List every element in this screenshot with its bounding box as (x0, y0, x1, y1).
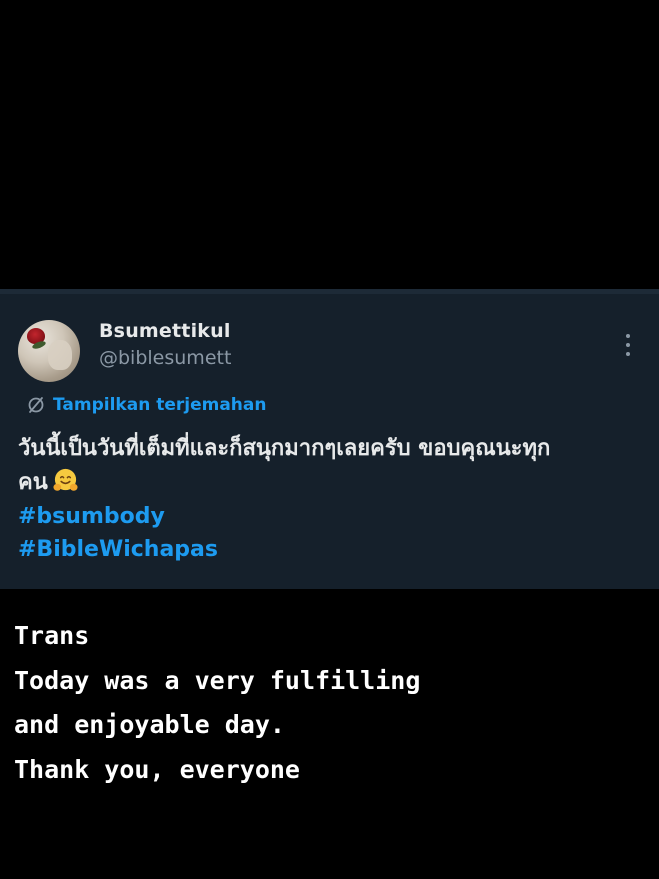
tweet-card: Bsumettikul @biblesumett Tampilkan terje… (0, 289, 659, 589)
avatar[interactable] (18, 320, 80, 382)
tweet-text-line-2: คน (18, 466, 638, 500)
avatar-photo (48, 340, 72, 370)
translation-caption: Trans Today was a very fulfilling and en… (14, 614, 420, 792)
translate-icon (28, 397, 44, 413)
translate-button[interactable]: Tampilkan terjemahan (26, 395, 266, 415)
tweet-text-line-1: วันนี้เป็นวันที่เต็มที่และก็สนุกมากๆเลยค… (18, 436, 551, 461)
hugging-face-emoji-icon (53, 468, 78, 491)
caption-line: and enjoyable day. (14, 710, 285, 739)
tweet-body: วันนี้เป็นวันที่เต็มที่และก็สนุกมากๆเลยค… (18, 432, 638, 566)
tweet-text-word: คน (18, 470, 48, 495)
more-vertical-icon[interactable] (621, 334, 635, 356)
translate-label: Tampilkan terjemahan (53, 395, 267, 415)
hashtag-link[interactable]: #bsumbody (18, 500, 638, 533)
display-name[interactable]: Bsumettikul (99, 320, 231, 342)
hashtag-link[interactable]: #BibleWichapas (18, 533, 638, 566)
caption-line: Today was a very fulfilling (14, 665, 421, 695)
caption-line: Trans (14, 621, 90, 650)
caption-line: Thank you, everyone (14, 754, 300, 784)
user-handle[interactable]: @biblesumett (99, 347, 231, 369)
